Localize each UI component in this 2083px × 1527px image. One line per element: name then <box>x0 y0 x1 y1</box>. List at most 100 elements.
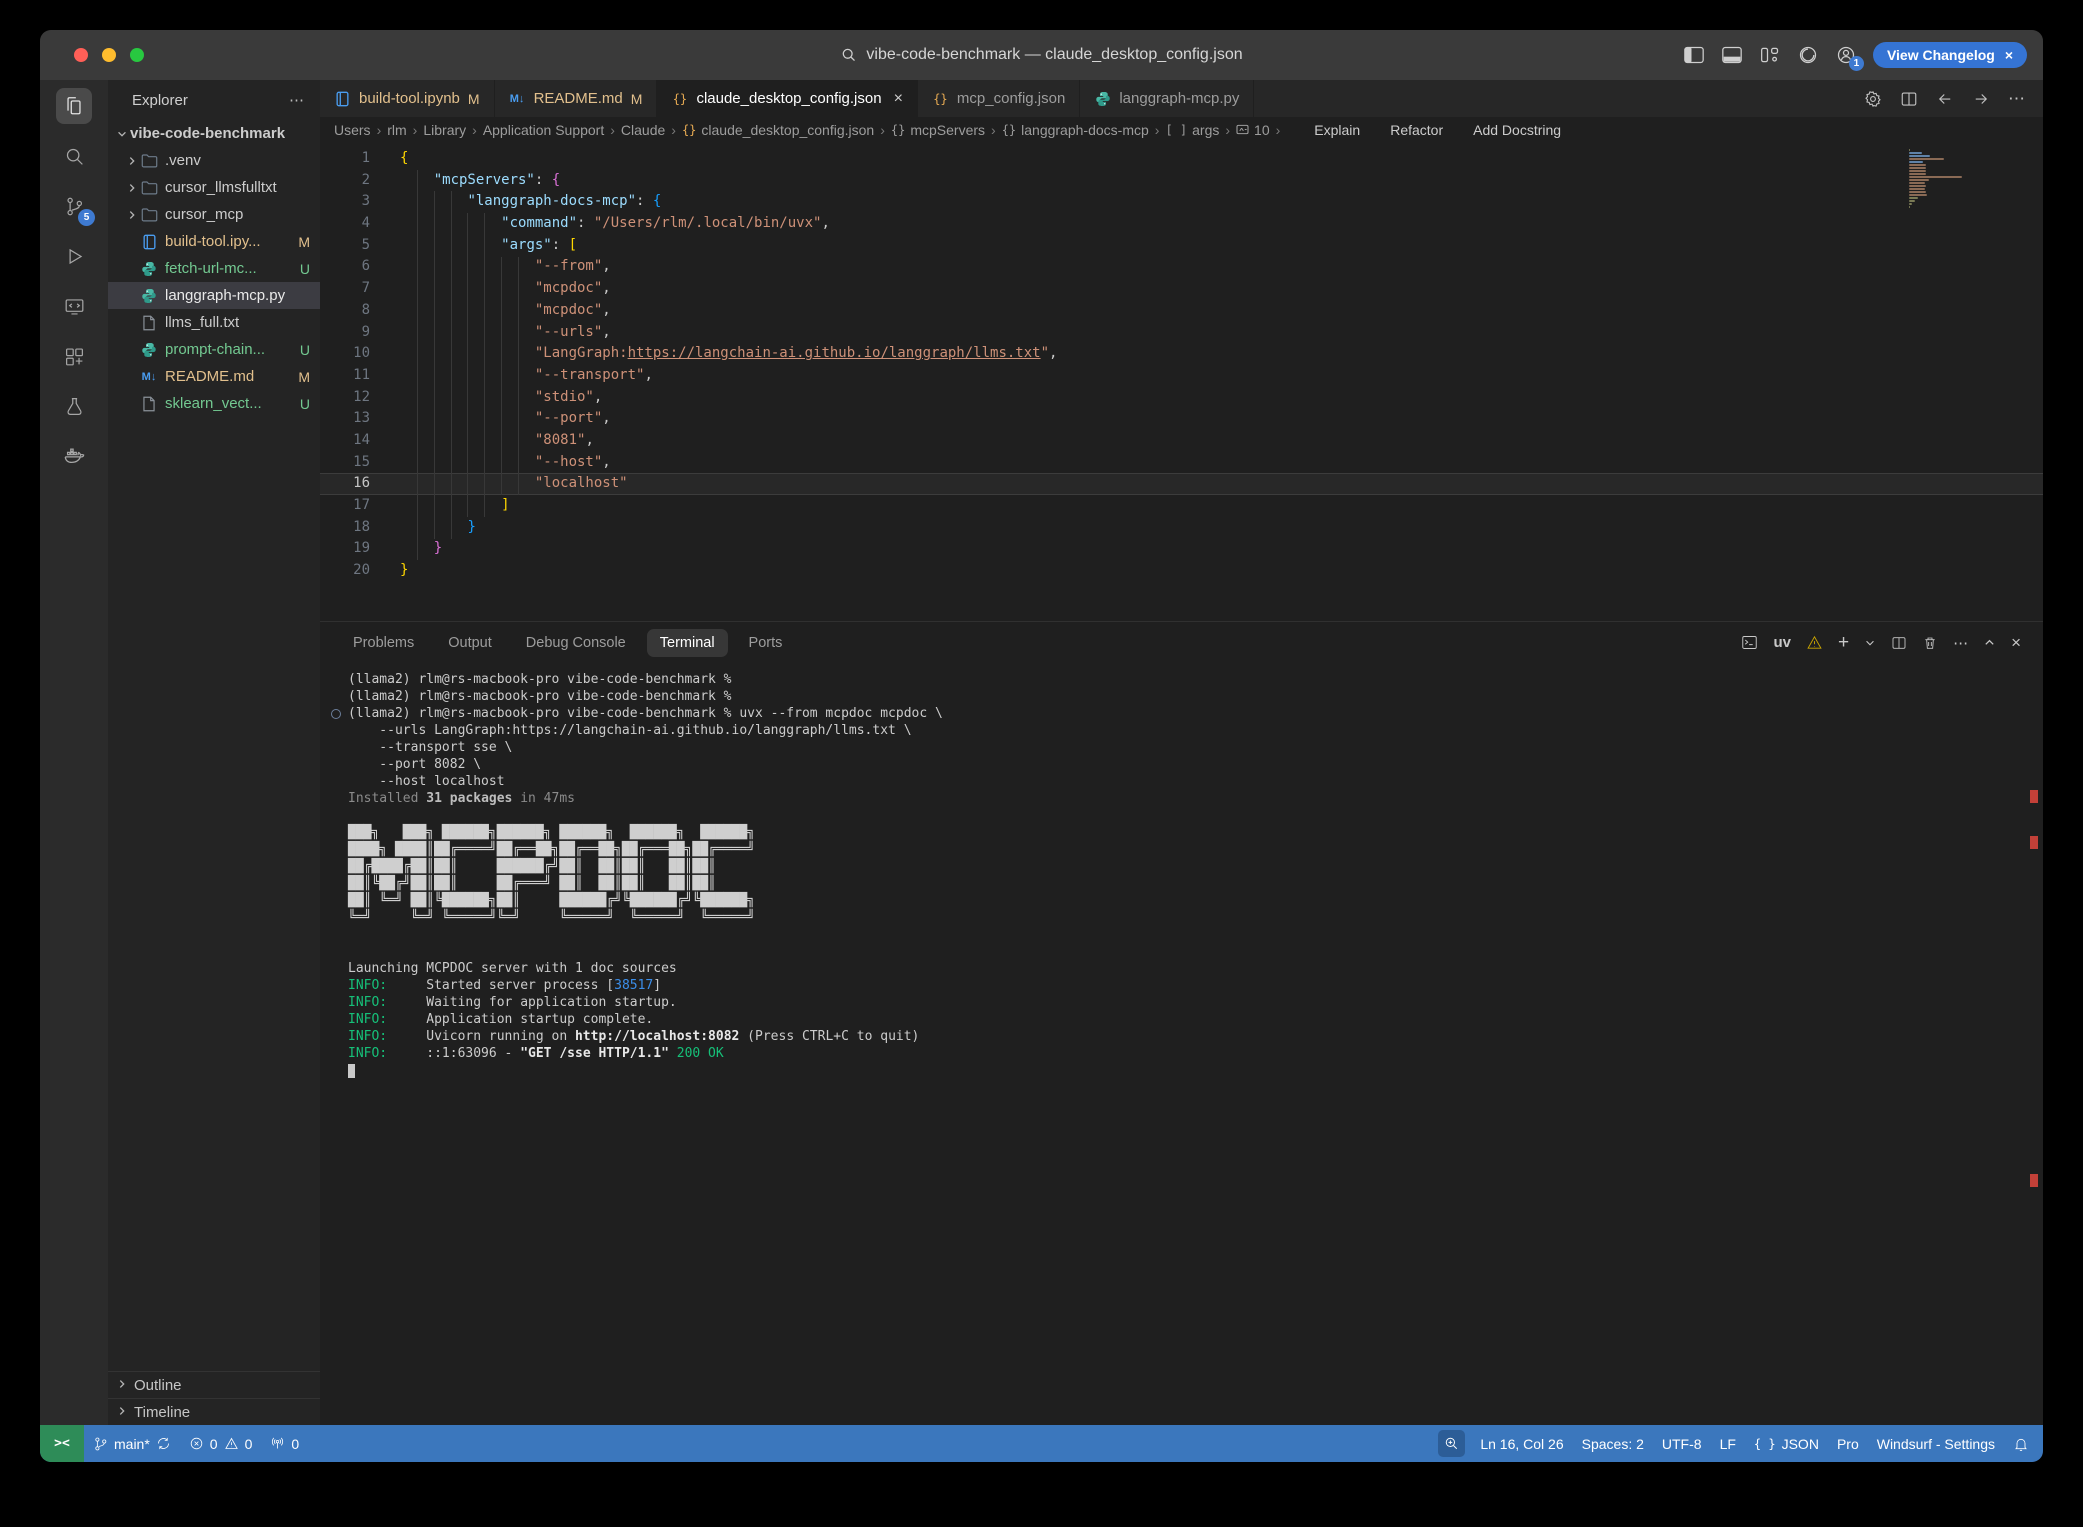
activity-explorer-icon[interactable] <box>56 88 92 124</box>
python-icon <box>140 260 158 278</box>
minimize-window-button[interactable] <box>102 48 116 62</box>
tree-item-sklearn-vect-[interactable]: sklearn_vect...U <box>108 390 320 417</box>
code-text: "stdio", <box>370 387 602 409</box>
tree-item-fetch-url-mc-[interactable]: fetch-url-mc...U <box>108 255 320 282</box>
tree-item-README-md[interactable]: M↓README.mdM <box>108 363 320 390</box>
activity-docker-icon[interactable] <box>56 438 92 474</box>
problems-status[interactable]: 0 0 <box>180 1436 262 1452</box>
tree-item-llms-full-txt[interactable]: llms_full.txt <box>108 309 320 336</box>
eol-status[interactable]: LF <box>1711 1436 1745 1452</box>
json-icon: {} <box>682 123 696 137</box>
tree-item--venv[interactable]: .venv <box>108 147 320 174</box>
breadcrumb-item[interactable]: {}mcpServers <box>891 122 985 138</box>
code-action-refactor[interactable]: Refactor <box>1390 122 1443 138</box>
breadcrumb-item[interactable]: Library <box>423 122 466 138</box>
toggle-sidebar-icon[interactable] <box>1683 44 1705 66</box>
language-mode-status[interactable]: { } JSON <box>1745 1436 1828 1452</box>
tab-langgraph-mcp-py[interactable]: langgraph-mcp.py <box>1080 80 1254 117</box>
sidebar-section-timeline[interactable]: Timeline <box>108 1398 320 1425</box>
tree-item-label: prompt-chain... <box>165 341 265 358</box>
tree-item-langgraph-mcp-py[interactable]: langgraph-mcp.py <box>108 282 320 309</box>
gear-icon[interactable] <box>1864 90 1882 108</box>
panel-tab-debug-console[interactable]: Debug Console <box>513 629 639 657</box>
screencast-zoom-icon[interactable] <box>1438 1430 1465 1457</box>
account-icon[interactable]: 1 <box>1835 44 1857 66</box>
encoding-status[interactable]: UTF-8 <box>1653 1436 1711 1452</box>
tab-mcp-config-json[interactable]: {}mcp_config.json <box>918 80 1080 117</box>
tree-item-label: fetch-url-mc... <box>165 260 257 277</box>
code-action-add-docstring[interactable]: Add Docstring <box>1473 122 1561 138</box>
activity-extensions-icon[interactable] <box>56 338 92 374</box>
breadcrumb-item[interactable]: Application Support <box>483 122 604 138</box>
notifications-bell[interactable] <box>2004 1436 2043 1452</box>
remote-indicator[interactable]: >< <box>40 1425 84 1462</box>
maximize-panel-icon[interactable] <box>1983 636 1996 649</box>
panel-tab-problems[interactable]: Problems <box>340 629 427 657</box>
plan-status[interactable]: Pro <box>1828 1436 1868 1452</box>
tree-item-cursor-mcp[interactable]: cursor_mcp <box>108 201 320 228</box>
branch-status[interactable]: main* <box>84 1436 180 1452</box>
activity-testing-icon[interactable] <box>56 388 92 424</box>
panel-toolbar: uv+⋯× <box>1741 632 2043 654</box>
kill-terminal-icon[interactable] <box>1922 635 1938 651</box>
sidebar-section-outline[interactable]: Outline <box>108 1371 320 1398</box>
tab-claude-desktop-config-json[interactable]: {}claude_desktop_config.json× <box>657 80 917 117</box>
back-icon[interactable] <box>1936 90 1954 108</box>
more-actions-icon[interactable]: ⋯ <box>2008 89 2025 109</box>
changelog-close-icon[interactable]: × <box>2005 47 2013 63</box>
indentation-status[interactable]: Spaces: 2 <box>1573 1436 1653 1452</box>
sync-icon[interactable] <box>156 1436 171 1451</box>
file-tree: vibe-code-benchmark.venvcursor_llmsfullt… <box>108 120 320 1371</box>
terminal-output[interactable]: (llama2) rlm@rs-macbook-pro vibe-code-be… <box>320 663 2043 1425</box>
breadcrumb-item[interactable]: {}claude_desktop_config.json <box>682 122 874 138</box>
code-line: 11 "--transport", <box>320 365 2043 387</box>
activity-search-icon[interactable] <box>56 138 92 174</box>
cascade-icon[interactable] <box>1797 44 1819 66</box>
breadcrumb-item[interactable]: [ ]args <box>1165 122 1219 138</box>
activity-remote-window-icon[interactable] <box>56 288 92 324</box>
folder-icon <box>141 207 158 222</box>
tree-item-build-tool-ipy-[interactable]: build-tool.ipy...M <box>108 228 320 255</box>
code-action-explain[interactable]: Explain <box>1314 122 1360 138</box>
app-settings-status[interactable]: Windsurf - Settings <box>1868 1436 2004 1452</box>
split-editor-icon[interactable] <box>1900 90 1918 108</box>
tree-item-cursor-llmsfulltxt[interactable]: cursor_llmsfulltxt <box>108 174 320 201</box>
code-editor[interactable]: 1{2 "mcpServers": {3 "langgraph-docs-mcp… <box>320 143 2043 621</box>
panel-more-icon[interactable]: ⋯ <box>1953 634 1968 652</box>
maximize-window-button[interactable] <box>130 48 144 62</box>
window-title-search[interactable]: vibe-code-benchmark — claude_desktop_con… <box>840 30 1242 80</box>
toggle-panel-icon[interactable] <box>1721 44 1743 66</box>
close-icon[interactable]: × <box>894 90 903 108</box>
close-panel-icon[interactable]: × <box>2011 633 2021 653</box>
breadcrumb-item[interactable]: Claude <box>621 122 665 138</box>
breadcrumb-item[interactable]: 10 <box>1236 122 1270 138</box>
activity-source-control-icon[interactable]: 5 <box>56 188 92 224</box>
forward-icon[interactable] <box>1972 90 1990 108</box>
section-label: Outline <box>134 1377 182 1394</box>
layout-icon[interactable] <box>1759 44 1781 66</box>
tab-README-md[interactable]: M↓README.mdM <box>495 80 658 117</box>
panel-tab-output[interactable]: Output <box>435 629 505 657</box>
panel-tab-ports[interactable]: Ports <box>736 629 796 657</box>
shell-warning-icon[interactable] <box>1806 634 1823 651</box>
tree-item-prompt-chain-[interactable]: prompt-chain...U <box>108 336 320 363</box>
breadcrumb-item[interactable]: Users <box>334 122 371 138</box>
tree-root[interactable]: vibe-code-benchmark <box>108 120 320 147</box>
terminal-dropdown-icon[interactable] <box>1864 637 1876 649</box>
cursor-position-status[interactable]: Ln 16, Col 26 <box>1471 1436 1572 1452</box>
close-window-button[interactable] <box>74 48 88 62</box>
line-number: 15 <box>320 452 370 474</box>
chevron-right-icon <box>116 1377 128 1394</box>
view-changelog-button[interactable]: View Changelog × <box>1873 42 2027 68</box>
panel-tab-terminal[interactable]: Terminal <box>647 629 728 657</box>
activity-run-debug-icon[interactable] <box>56 238 92 274</box>
explorer-more-icon[interactable]: ⋯ <box>289 91 306 109</box>
ports-status[interactable]: 0 <box>261 1436 308 1452</box>
tab-build-tool-ipynb[interactable]: build-tool.ipynbM <box>320 80 495 117</box>
git-branch-icon <box>93 1436 108 1452</box>
split-terminal-icon[interactable] <box>1891 635 1907 651</box>
breadcrumb-item[interactable]: {}langgraph-docs-mcp <box>1002 122 1149 138</box>
line-number: 17 <box>320 495 370 517</box>
breadcrumb-item[interactable]: rlm <box>387 122 406 138</box>
new-terminal-icon[interactable]: + <box>1838 632 1849 654</box>
